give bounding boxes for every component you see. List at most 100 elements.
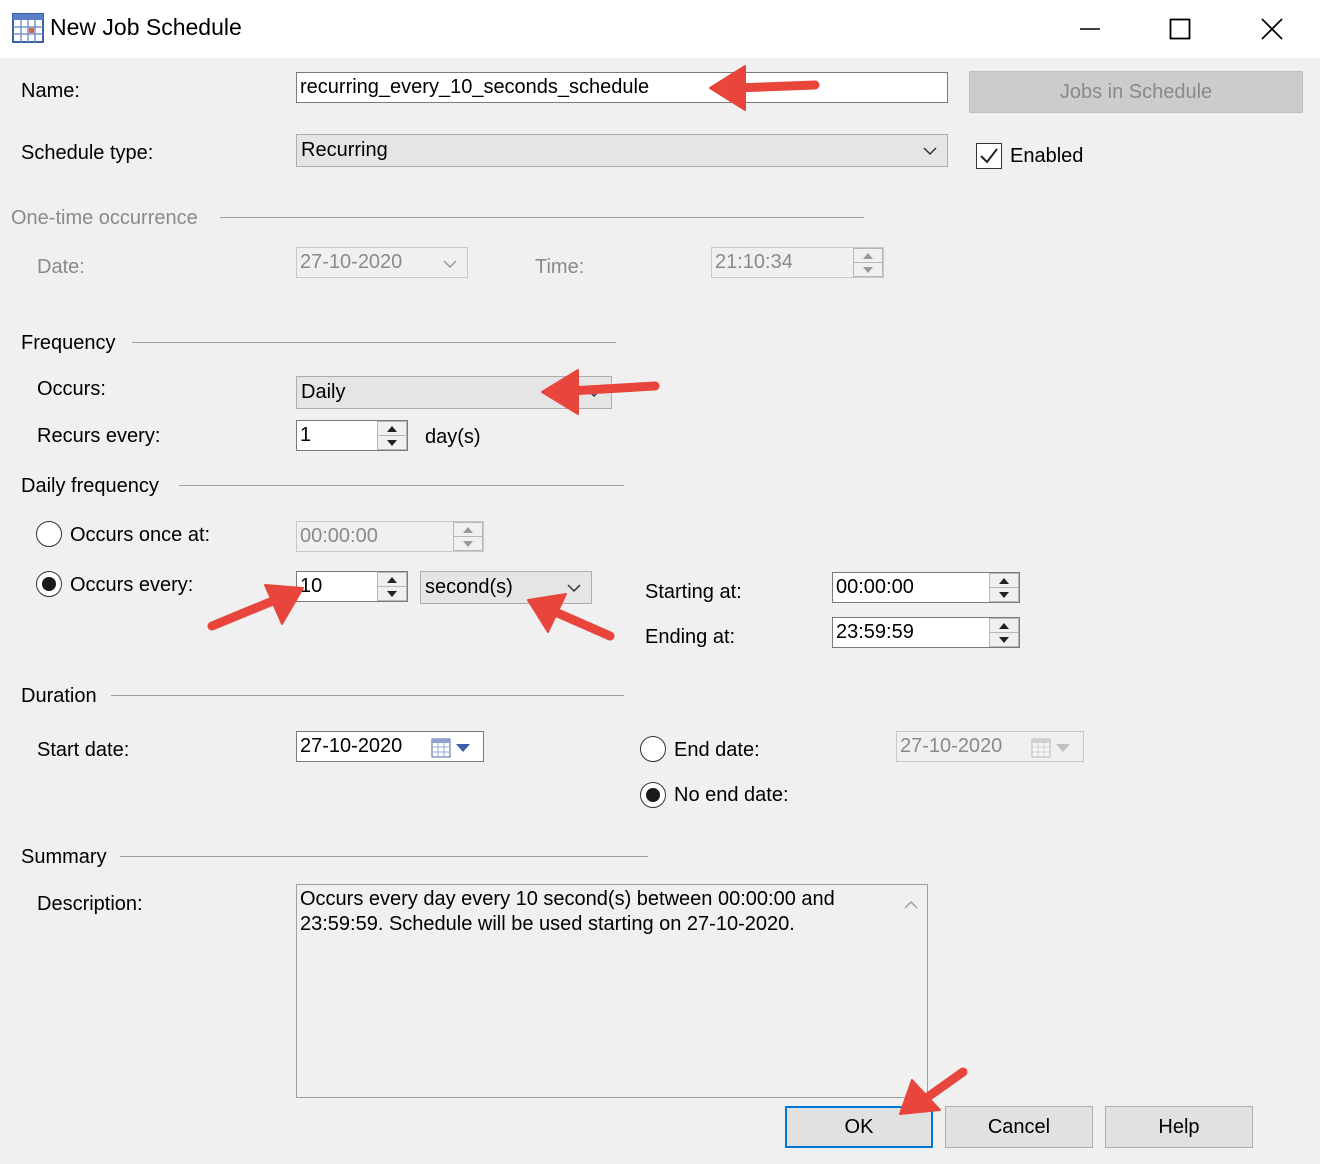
recurs-every-input[interactable]: 1: [296, 420, 408, 451]
arrow-up-icon: [387, 425, 397, 432]
checkmark-icon: [980, 148, 998, 164]
description-text: Occurs every day every 10 second(s) betw…: [300, 888, 835, 935]
arrow-up-icon: [863, 252, 873, 259]
ok-button[interactable]: OK: [785, 1106, 933, 1148]
radio-selected-dot: [42, 577, 56, 591]
chevron-down-icon: [443, 260, 457, 269]
occurs-every-unit-value: second(s): [425, 576, 513, 598]
occurs-once-time-input[interactable]: 00:00:00: [296, 521, 484, 552]
cancel-button-label: Cancel: [987, 1115, 1051, 1138]
ending-at-input[interactable]: 23:59:59: [832, 617, 1020, 648]
radio-selected-dot: [646, 788, 660, 802]
one-time-time-input[interactable]: 21:10:34: [711, 247, 884, 278]
start-date-value: 27-10-2020: [300, 735, 403, 757]
maximize-icon: [1169, 18, 1191, 40]
start-date-label: Start date:: [37, 739, 130, 761]
arrow-up-icon: [463, 526, 473, 533]
help-button-label: Help: [1158, 1115, 1200, 1138]
occurs-every-input[interactable]: 10: [296, 571, 408, 602]
jobs-in-schedule-button[interactable]: Jobs in Schedule: [969, 71, 1303, 113]
one-time-time-label: Time:: [535, 256, 585, 278]
one-time-time-value: 21:10:34: [715, 251, 793, 273]
spin-down-button[interactable]: [377, 436, 407, 450]
one-time-header: One-time occurrence: [11, 207, 198, 229]
daily-frequency-header: Daily frequency: [21, 475, 159, 497]
occurs-once-radio[interactable]: [36, 521, 62, 547]
spin-up-button[interactable]: [453, 522, 483, 537]
spin-down-button[interactable]: [453, 537, 483, 551]
ending-at-value: 23:59:59: [836, 621, 914, 643]
enabled-label: Enabled: [1010, 145, 1084, 167]
duration-divider: [111, 695, 624, 696]
name-label: Name:: [21, 80, 80, 102]
occurs-every-value: 10: [300, 575, 323, 597]
chevron-down-icon: [567, 583, 581, 592]
arrow-up-icon: [387, 576, 397, 583]
schedule-grid-icon: [12, 13, 44, 43]
end-date-label: End date:: [674, 739, 760, 761]
no-end-date-radio[interactable]: [640, 782, 666, 808]
recurs-every-value: 1: [300, 424, 312, 446]
end-date-value: 27-10-2020: [900, 735, 1003, 757]
summary-header: Summary: [21, 846, 107, 868]
schedule-type-label: Schedule type:: [21, 142, 154, 164]
recurs-every-label: Recurs every:: [37, 425, 161, 447]
arrow-down-icon: [463, 540, 473, 547]
spin-down-button[interactable]: [853, 263, 883, 277]
arrow-down-icon: [999, 636, 1009, 643]
name-input[interactable]: recurring_every_10_seconds_schedule: [296, 72, 948, 103]
annotation-arrow-occurs-every-value: [207, 584, 304, 631]
one-time-date-value: 27-10-2020: [300, 251, 403, 273]
help-button[interactable]: Help: [1105, 1106, 1253, 1148]
starting-at-value: 00:00:00: [836, 576, 914, 598]
starting-at-label: Starting at:: [645, 581, 742, 603]
jobs-in-schedule-label: Jobs in Schedule: [1059, 80, 1213, 103]
spin-up-button[interactable]: [853, 248, 883, 263]
name-input-value: recurring_every_10_seconds_schedule: [300, 76, 650, 98]
spin-up-button[interactable]: [989, 573, 1019, 588]
close-button[interactable]: [1226, 0, 1318, 58]
chevron-down-icon: [923, 146, 937, 155]
start-date-picker[interactable]: 27-10-2020: [296, 731, 484, 762]
one-time-divider: [220, 217, 864, 218]
description-textarea[interactable]: Occurs every day every 10 second(s) betw…: [296, 884, 928, 1098]
occurs-every-label: Occurs every:: [70, 574, 194, 596]
window-title: New Job Schedule: [50, 14, 242, 40]
spin-down-button[interactable]: [989, 633, 1019, 647]
occurs-every-unit-select[interactable]: second(s): [420, 571, 592, 604]
minimize-button[interactable]: [1044, 0, 1136, 58]
arrow-up-icon: [999, 622, 1009, 629]
schedule-type-value: Recurring: [301, 139, 388, 161]
end-date-radio[interactable]: [640, 736, 666, 762]
duration-header: Duration: [21, 685, 97, 707]
maximize-button[interactable]: [1134, 0, 1226, 58]
occurs-once-time-value: 00:00:00: [300, 525, 378, 547]
enabled-checkbox[interactable]: [976, 143, 1002, 169]
occurs-once-label: Occurs once at:: [70, 524, 211, 546]
arrow-down-icon: [387, 590, 397, 597]
minimize-icon: [1080, 28, 1100, 30]
spin-down-button[interactable]: [989, 588, 1019, 602]
one-time-date-label: Date:: [37, 256, 85, 278]
spin-down-button[interactable]: [377, 587, 407, 601]
summary-divider: [120, 856, 648, 857]
end-date-picker[interactable]: 27-10-2020: [896, 731, 1084, 762]
starting-at-input[interactable]: 00:00:00: [832, 572, 1020, 603]
spin-up-button[interactable]: [377, 572, 407, 587]
occurs-value: Daily: [301, 381, 346, 403]
frequency-header: Frequency: [21, 332, 116, 354]
calendar-dropdown-icon[interactable]: [1031, 738, 1073, 758]
calendar-dropdown-icon[interactable]: [431, 738, 473, 758]
scroll-up-icon[interactable]: [904, 900, 918, 910]
arrow-down-icon: [863, 266, 873, 273]
occurs-select[interactable]: Daily: [296, 376, 612, 409]
arrow-up-icon: [999, 577, 1009, 584]
occurs-every-radio[interactable]: [36, 571, 62, 597]
schedule-type-select[interactable]: Recurring: [296, 134, 948, 167]
one-time-date-picker[interactable]: 27-10-2020: [296, 247, 468, 278]
spin-up-button[interactable]: [377, 421, 407, 436]
description-scrollbar[interactable]: [895, 885, 927, 1097]
spin-up-button[interactable]: [989, 618, 1019, 633]
ending-at-label: Ending at:: [645, 626, 736, 648]
cancel-button[interactable]: Cancel: [945, 1106, 1093, 1148]
